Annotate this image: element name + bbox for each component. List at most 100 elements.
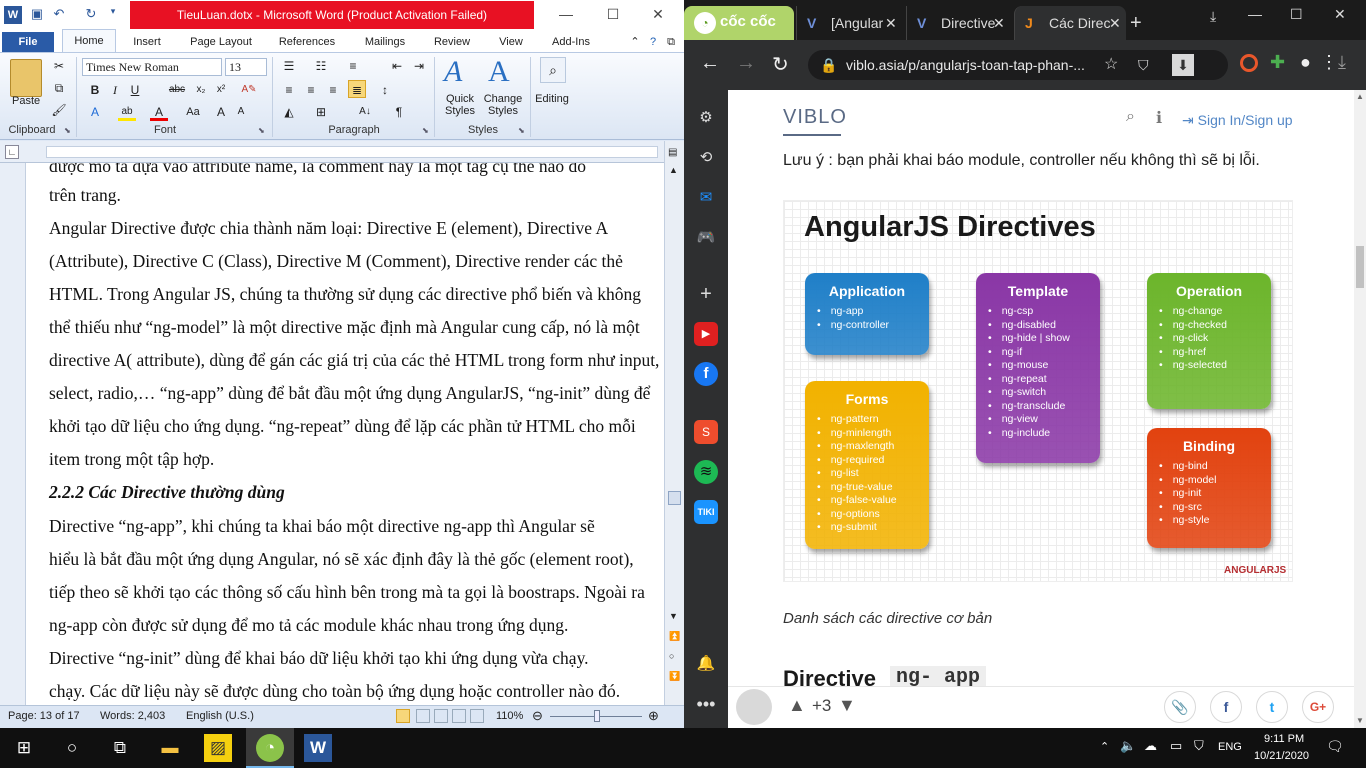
input-language[interactable]: ENG [1218, 741, 1242, 753]
tab-mailings[interactable]: Mailings [358, 32, 412, 52]
tab-close-icon[interactable]: ✕ [1109, 6, 1121, 40]
maximize-icon[interactable]: ☐ [1290, 6, 1303, 23]
change-case-icon[interactable]: Aa [184, 103, 202, 121]
editing-button[interactable]: Editing [532, 93, 572, 105]
network-icon[interactable]: ⛉ [1194, 738, 1204, 754]
scroll-down-icon[interactable]: ▼ [669, 611, 678, 621]
coccoc-extension-icon[interactable] [1240, 54, 1258, 72]
battery-icon[interactable]: ▭ [1170, 738, 1182, 754]
maximize-icon[interactable]: ☐ [603, 6, 623, 23]
save-video-icon[interactable]: ⬇ [1172, 54, 1194, 76]
grow-font-icon[interactable]: A [212, 103, 230, 121]
align-right-icon[interactable]: ≡ [324, 81, 342, 99]
font-color-icon[interactable]: A [150, 103, 168, 121]
font-size-combo[interactable]: 13 [225, 58, 267, 76]
tab-home[interactable]: Home [62, 29, 116, 53]
games-icon[interactable]: 🎮 [694, 226, 718, 250]
paste-button-label[interactable]: Paste [12, 95, 40, 107]
twitter-share-icon[interactable]: t [1256, 691, 1288, 723]
facebook-icon[interactable]: f [694, 362, 718, 386]
minimize-ribbon-icon[interactable]: ⌃ [628, 32, 642, 52]
tab-close-icon[interactable]: ✕ [885, 6, 897, 40]
find-binoculars-icon[interactable]: ⌕ [540, 57, 566, 83]
zoom-out-icon[interactable]: ⊖ [532, 708, 543, 724]
start-windows-icon[interactable]: ⊞ [10, 734, 38, 762]
browser-tab[interactable]: V [Angular ✕ [796, 6, 904, 40]
clear-formatting-icon[interactable]: A✎ [240, 81, 258, 99]
undo-icon[interactable]: ↶ [50, 6, 68, 24]
shrink-font-icon[interactable]: A [232, 103, 250, 121]
history-icon[interactable]: ⟲ [694, 146, 718, 170]
clock-time[interactable]: 9:11 PM [1264, 733, 1304, 745]
text-effects-icon[interactable]: A [86, 103, 104, 121]
copy-icon[interactable]: ⧉ [50, 79, 68, 97]
action-center-icon[interactable]: 🗨 [1326, 738, 1344, 755]
horizontal-ruler[interactable]: ∟ [0, 141, 684, 163]
tab-review[interactable]: Review [430, 32, 474, 52]
messenger-icon[interactable]: ✉ [694, 186, 718, 210]
document-page[interactable]: được mô tả dựa vào attribute name, là co… [26, 163, 664, 705]
tab-references[interactable]: References [274, 32, 340, 52]
shading-icon[interactable]: ◭ [280, 103, 298, 121]
show-formatting-icon[interactable]: ¶ [390, 103, 408, 121]
settings-icon[interactable]: ⚙ [694, 106, 718, 130]
tab-insert[interactable]: Insert [132, 32, 162, 52]
minimize-icon[interactable]: — [1248, 6, 1262, 22]
page-scrollbar[interactable]: ▲ ▼ [1354, 90, 1366, 728]
download-manager-icon[interactable]: ⤓ [1210, 8, 1216, 25]
word-count[interactable]: Words: 2,403 [100, 710, 165, 722]
address-bar[interactable]: 🔒 viblo.asia/p/angularjs-toan-tap-phan-.… [808, 50, 1228, 80]
change-styles-button[interactable]: Change Styles [480, 93, 526, 117]
shield-icon[interactable]: ⛉ [1138, 50, 1149, 80]
bookmark-star-icon[interactable]: ☆ [1104, 50, 1118, 80]
scroll-up-icon[interactable]: ▲ [669, 165, 678, 175]
save-icon[interactable]: ▣ [28, 6, 46, 24]
strikethrough-button[interactable]: abc [168, 81, 186, 99]
word-taskbar-icon[interactable]: W [304, 734, 332, 762]
increase-indent-icon[interactable]: ⇥ [410, 57, 428, 75]
close-icon[interactable]: ✕ [648, 6, 668, 23]
zoom-slider-thumb[interactable] [594, 710, 600, 722]
browser-tab[interactable]: V Directive ✕ [906, 6, 1014, 40]
coccoc-taskbar-icon[interactable]: ◔ [256, 734, 284, 762]
redo-icon[interactable]: ↻ [82, 6, 100, 24]
tab-close-icon[interactable]: ✕ [993, 6, 1005, 40]
avatar[interactable] [736, 689, 772, 725]
scroll-thumb[interactable] [668, 491, 681, 505]
help-icon[interactable]: ? [646, 32, 660, 52]
tab-view[interactable]: View [494, 32, 528, 52]
previous-page-icon[interactable]: ⏫ [669, 631, 680, 642]
tab-add-ins[interactable]: Add-Ins [548, 32, 594, 52]
show-hidden-icons-icon[interactable]: ⌃ [1100, 740, 1109, 753]
more-icon[interactable]: ••• [694, 692, 718, 716]
viblo-logo[interactable]: VIBLO [783, 106, 847, 129]
next-page-icon[interactable]: ⏬ [669, 671, 680, 682]
line-spacing-icon[interactable]: ↕ [376, 81, 394, 99]
change-styles-icon[interactable]: A [488, 55, 510, 89]
extensions-icon[interactable]: ✚ [1270, 52, 1285, 73]
superscript-button[interactable]: x² [212, 81, 230, 99]
scroll-thumb[interactable] [1356, 246, 1364, 288]
minimize-icon[interactable]: — [556, 6, 576, 22]
ruler-toggle-icon[interactable]: ▤ [668, 147, 677, 158]
bullets-icon[interactable]: ☰ [280, 57, 298, 75]
dialog-launcher-icon[interactable]: ⬊ [258, 126, 265, 135]
customize-quick-access-icon[interactable]: ▾ [104, 6, 122, 24]
font-name-combo[interactable]: Times New Roman [82, 58, 222, 76]
scroll-down-icon[interactable]: ▼ [1356, 716, 1364, 725]
highlight-icon[interactable]: ab [118, 103, 136, 121]
multilevel-list-icon[interactable]: ≡ [344, 57, 362, 75]
back-icon[interactable]: ← [700, 52, 720, 75]
print-layout-icon[interactable] [396, 709, 410, 723]
outline-icon[interactable] [452, 709, 466, 723]
italic-button[interactable]: I [106, 81, 124, 99]
document-restore-icon[interactable]: ⧉ [664, 32, 678, 52]
browser-tab-active[interactable]: J Các Direc ✕ [1014, 6, 1126, 40]
tiki-icon[interactable]: TIKI [694, 500, 718, 524]
url-text[interactable]: viblo.asia/p/angularjs-toan-tap-phan-... [846, 57, 1085, 73]
task-view-icon[interactable]: ⧉ [106, 734, 134, 762]
reload-icon[interactable]: ↻ [772, 52, 789, 77]
tab-selector-icon[interactable]: ∟ [5, 145, 19, 159]
forward-icon[interactable]: → [736, 52, 756, 75]
sort-icon[interactable]: A↓ [356, 103, 374, 121]
